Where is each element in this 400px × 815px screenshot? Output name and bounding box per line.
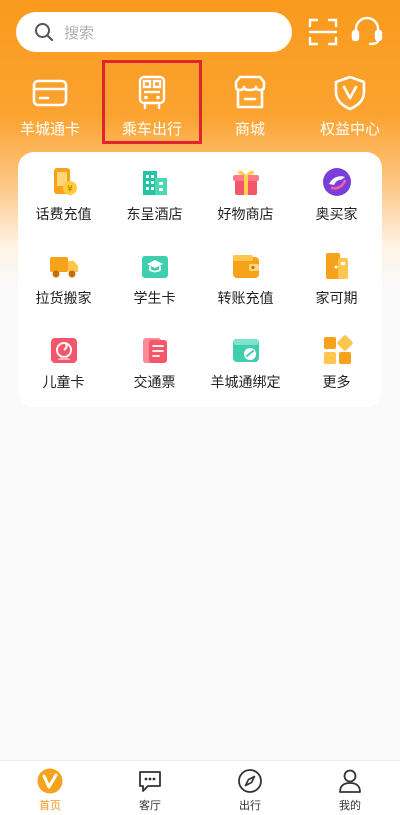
svg-text:¥: ¥	[67, 185, 73, 195]
tab-label: 出行	[239, 799, 261, 812]
service-label: 转账充值	[217, 291, 274, 307]
card-icon	[32, 79, 68, 107]
tab-label: 首页	[39, 799, 61, 812]
kids-card-icon	[50, 338, 77, 363]
service-label: 羊城通绑定	[210, 375, 281, 391]
more-grid-icon	[323, 335, 353, 364]
service-kids-card[interactable]: 儿童卡	[18, 320, 109, 402]
scan-icon[interactable]	[307, 16, 339, 48]
chat-icon	[139, 771, 161, 792]
service-transfer-recharge[interactable]: 转账充值	[200, 236, 291, 318]
quick-action-yangchengtong-card[interactable]: 羊城通卡	[0, 66, 100, 144]
bottom-tab-bar: 首页 客厅 出行 我的	[0, 760, 400, 815]
quick-action-mall[interactable]: 商城	[200, 66, 300, 144]
student-card-icon	[141, 256, 168, 278]
service-moving[interactable]: 拉货搬家	[18, 236, 109, 318]
service-label: 更多	[322, 375, 351, 391]
service-phone-recharge[interactable]: ¥ 话费充值	[18, 152, 109, 234]
service-jiakeqi[interactable]: 家可期	[291, 236, 382, 318]
highlight-annotation	[102, 60, 202, 144]
home-door-icon	[325, 253, 348, 279]
bind-link-icon	[232, 339, 259, 362]
truck-icon	[49, 257, 78, 278]
quick-action-label: 商城	[234, 120, 265, 138]
compass-icon	[238, 769, 262, 793]
tab-label: 客厅	[139, 799, 161, 812]
tab-living-room[interactable]: 客厅	[100, 761, 200, 815]
shop-icon	[234, 75, 266, 109]
tab-travel[interactable]: 出行	[200, 761, 300, 815]
service-label: 儿童卡	[42, 375, 85, 391]
ticket-icon	[142, 338, 167, 363]
user-icon	[339, 769, 361, 793]
service-goods-store[interactable]: 好物商店	[200, 152, 291, 234]
phone-recharge-icon: ¥	[53, 168, 77, 195]
service-label: 奥买家	[315, 207, 358, 223]
gift-icon	[232, 170, 259, 195]
headset-icon[interactable]	[350, 14, 384, 48]
tab-home[interactable]: 首页	[0, 761, 100, 815]
search-placeholder: 搜索	[64, 23, 95, 42]
services-grid: ¥ 话费充值 东呈酒店 好物商店 奥买家 拉货搬家 学生卡 转账充值 家可期 儿…	[18, 152, 382, 407]
service-dongcheng-hotel[interactable]: 东呈酒店	[109, 152, 200, 234]
service-transit-ticket[interactable]: 交通票	[109, 320, 200, 402]
tab-label: 我的	[339, 799, 361, 812]
quick-action-benefits[interactable]: 权益中心	[300, 66, 400, 144]
service-label: 家可期	[315, 291, 358, 307]
service-aomaijia[interactable]: 奥买家	[291, 152, 382, 234]
service-student-card[interactable]: 学生卡	[109, 236, 200, 318]
quick-action-label: 权益中心	[319, 120, 380, 138]
tab-mine[interactable]: 我的	[300, 761, 400, 815]
aomaijia-icon	[322, 168, 351, 196]
service-more[interactable]: 更多	[291, 320, 382, 402]
search-input[interactable]: 搜索	[16, 12, 292, 52]
home-logo-icon	[37, 768, 63, 794]
service-label: 好物商店	[217, 207, 274, 223]
search-row: 搜索	[0, 0, 400, 64]
service-label: 学生卡	[133, 291, 176, 307]
service-label: 话费充值	[35, 207, 92, 223]
service-yangchengtong-bind[interactable]: 羊城通绑定	[200, 320, 291, 402]
service-label: 交通票	[133, 375, 176, 391]
shield-v-icon	[334, 75, 366, 111]
service-label: 拉货搬家	[35, 291, 92, 307]
hotel-icon	[142, 171, 167, 195]
service-label: 东呈酒店	[126, 207, 183, 223]
wallet-icon	[232, 255, 259, 278]
search-icon	[35, 23, 54, 42]
quick-action-label: 羊城通卡	[19, 120, 80, 138]
